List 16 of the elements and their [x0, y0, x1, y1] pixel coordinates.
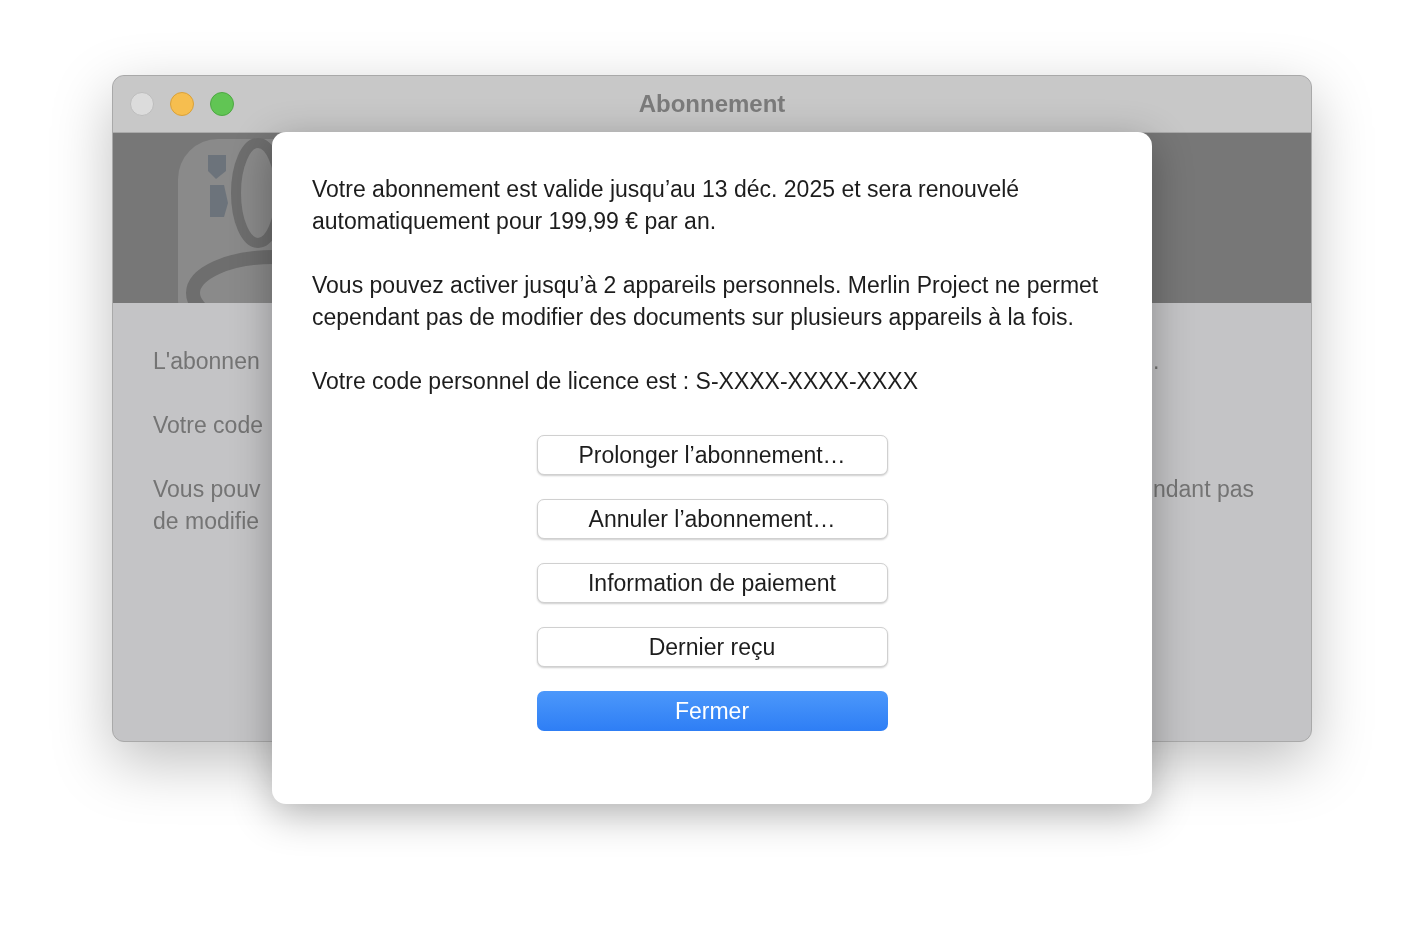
zoom-button[interactable] [210, 92, 234, 116]
background-text: Votre code [153, 411, 264, 440]
window-title: Abonnement [638, 90, 786, 118]
background-text: Vous pouv de modifie [153, 475, 262, 536]
sheet-button[interactable]: Dernier reçu [536, 627, 888, 667]
background-text: L'abonnen [153, 347, 261, 376]
background-text: . [1153, 347, 1161, 376]
minimize-button[interactable] [170, 92, 194, 116]
sheet-button[interactable]: Annuler l’abonnement… [536, 499, 888, 539]
info-paragraph: Votre code personnel de licence est : S-XXXX-XXXX-XXXX [312, 367, 919, 396]
sheet-button[interactable]: Prolonger l’abonnement… [536, 435, 888, 475]
info-paragraph: Votre abonnement est valide jusqu’au 13 déc. 2025 et sera renouvelé automatiquement pour 199,99 € par an. [312, 175, 1021, 236]
info-paragraph: Vous pouvez activer jusqu’à 2 appareils personnels. Merlin Project ne permet cependant pas de modifier des documents sur plusieurs appareils à la fois. [312, 271, 1100, 332]
close-button[interactable] [130, 92, 154, 116]
background-text: ndant pas [1153, 475, 1256, 504]
sheet-button[interactable]: Information de paiement [536, 563, 888, 603]
